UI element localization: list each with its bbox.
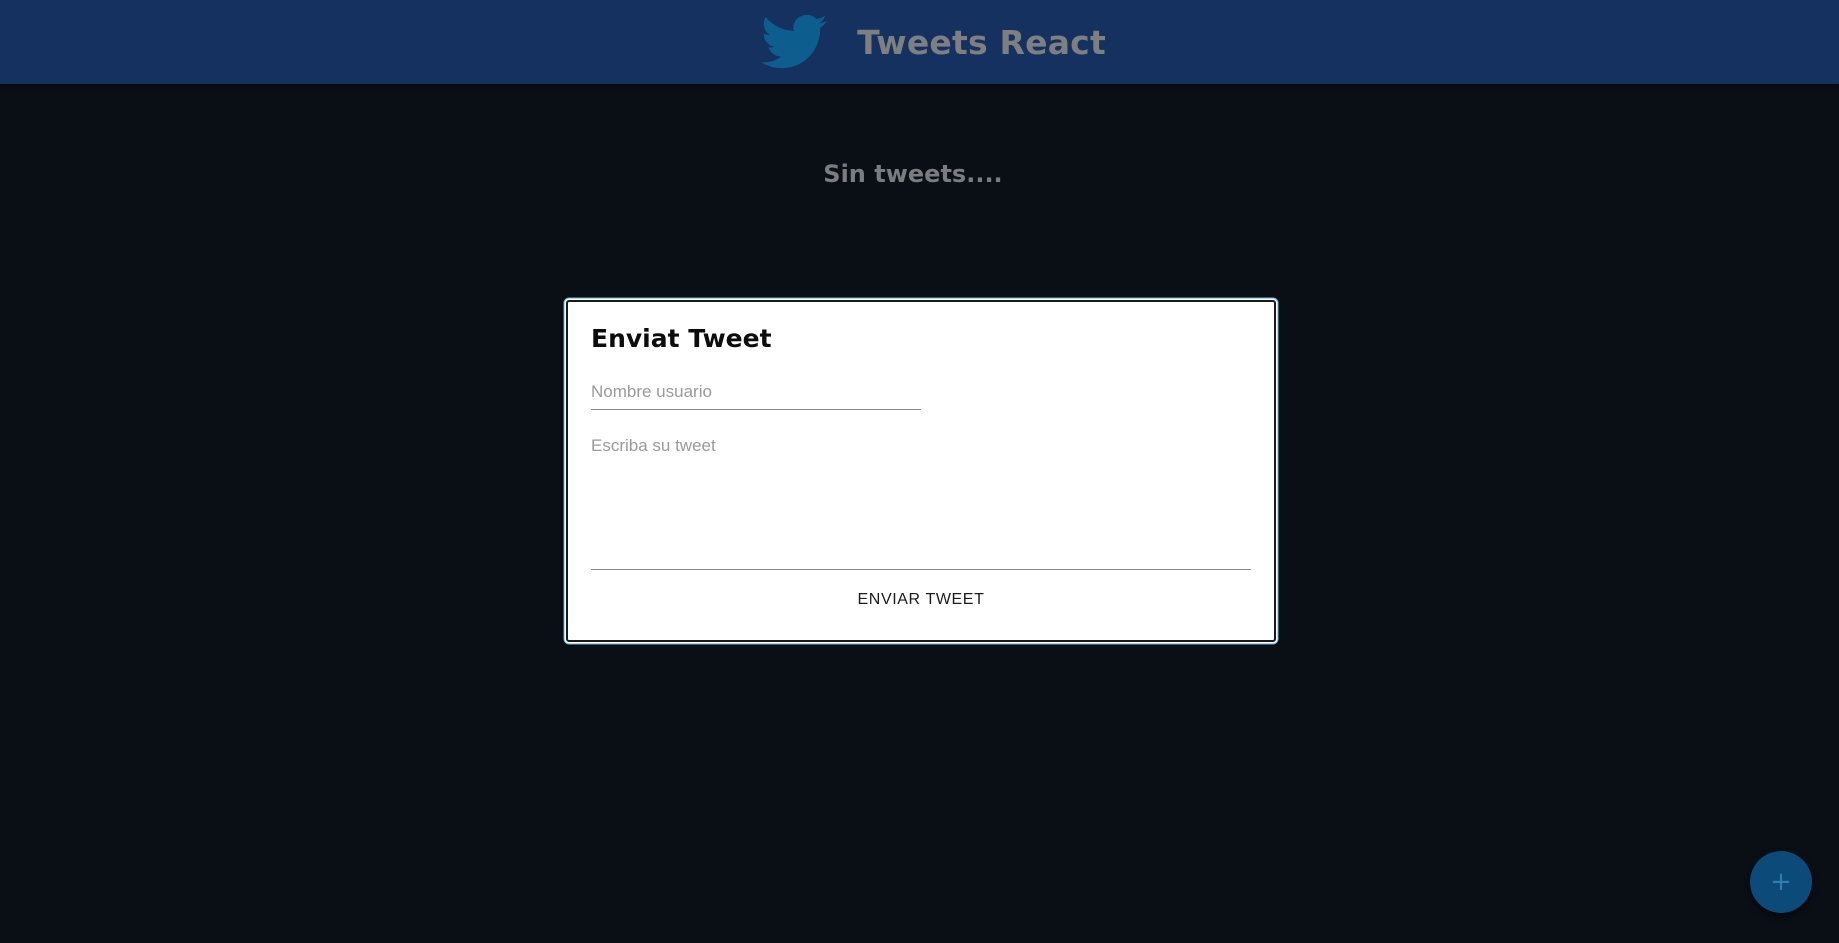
twitter-bird-icon <box>761 14 828 70</box>
empty-tweets-message: Sin tweets.... <box>823 160 1003 188</box>
modal-title: Enviat Tweet <box>591 324 772 353</box>
app-header: Tweets React <box>0 0 1839 84</box>
header-brand: Tweets React <box>761 14 1106 70</box>
username-input[interactable] <box>591 374 921 410</box>
plus-icon: + <box>1770 867 1792 897</box>
send-tweet-button[interactable]: ENVIAR TWEET <box>591 583 1251 617</box>
add-tweet-button[interactable]: + <box>1750 851 1812 913</box>
app-title: Tweets React <box>857 22 1106 62</box>
send-tweet-modal: Enviat Tweet ENVIAR TWEET <box>566 300 1276 642</box>
tweet-textarea[interactable] <box>591 436 1251 570</box>
